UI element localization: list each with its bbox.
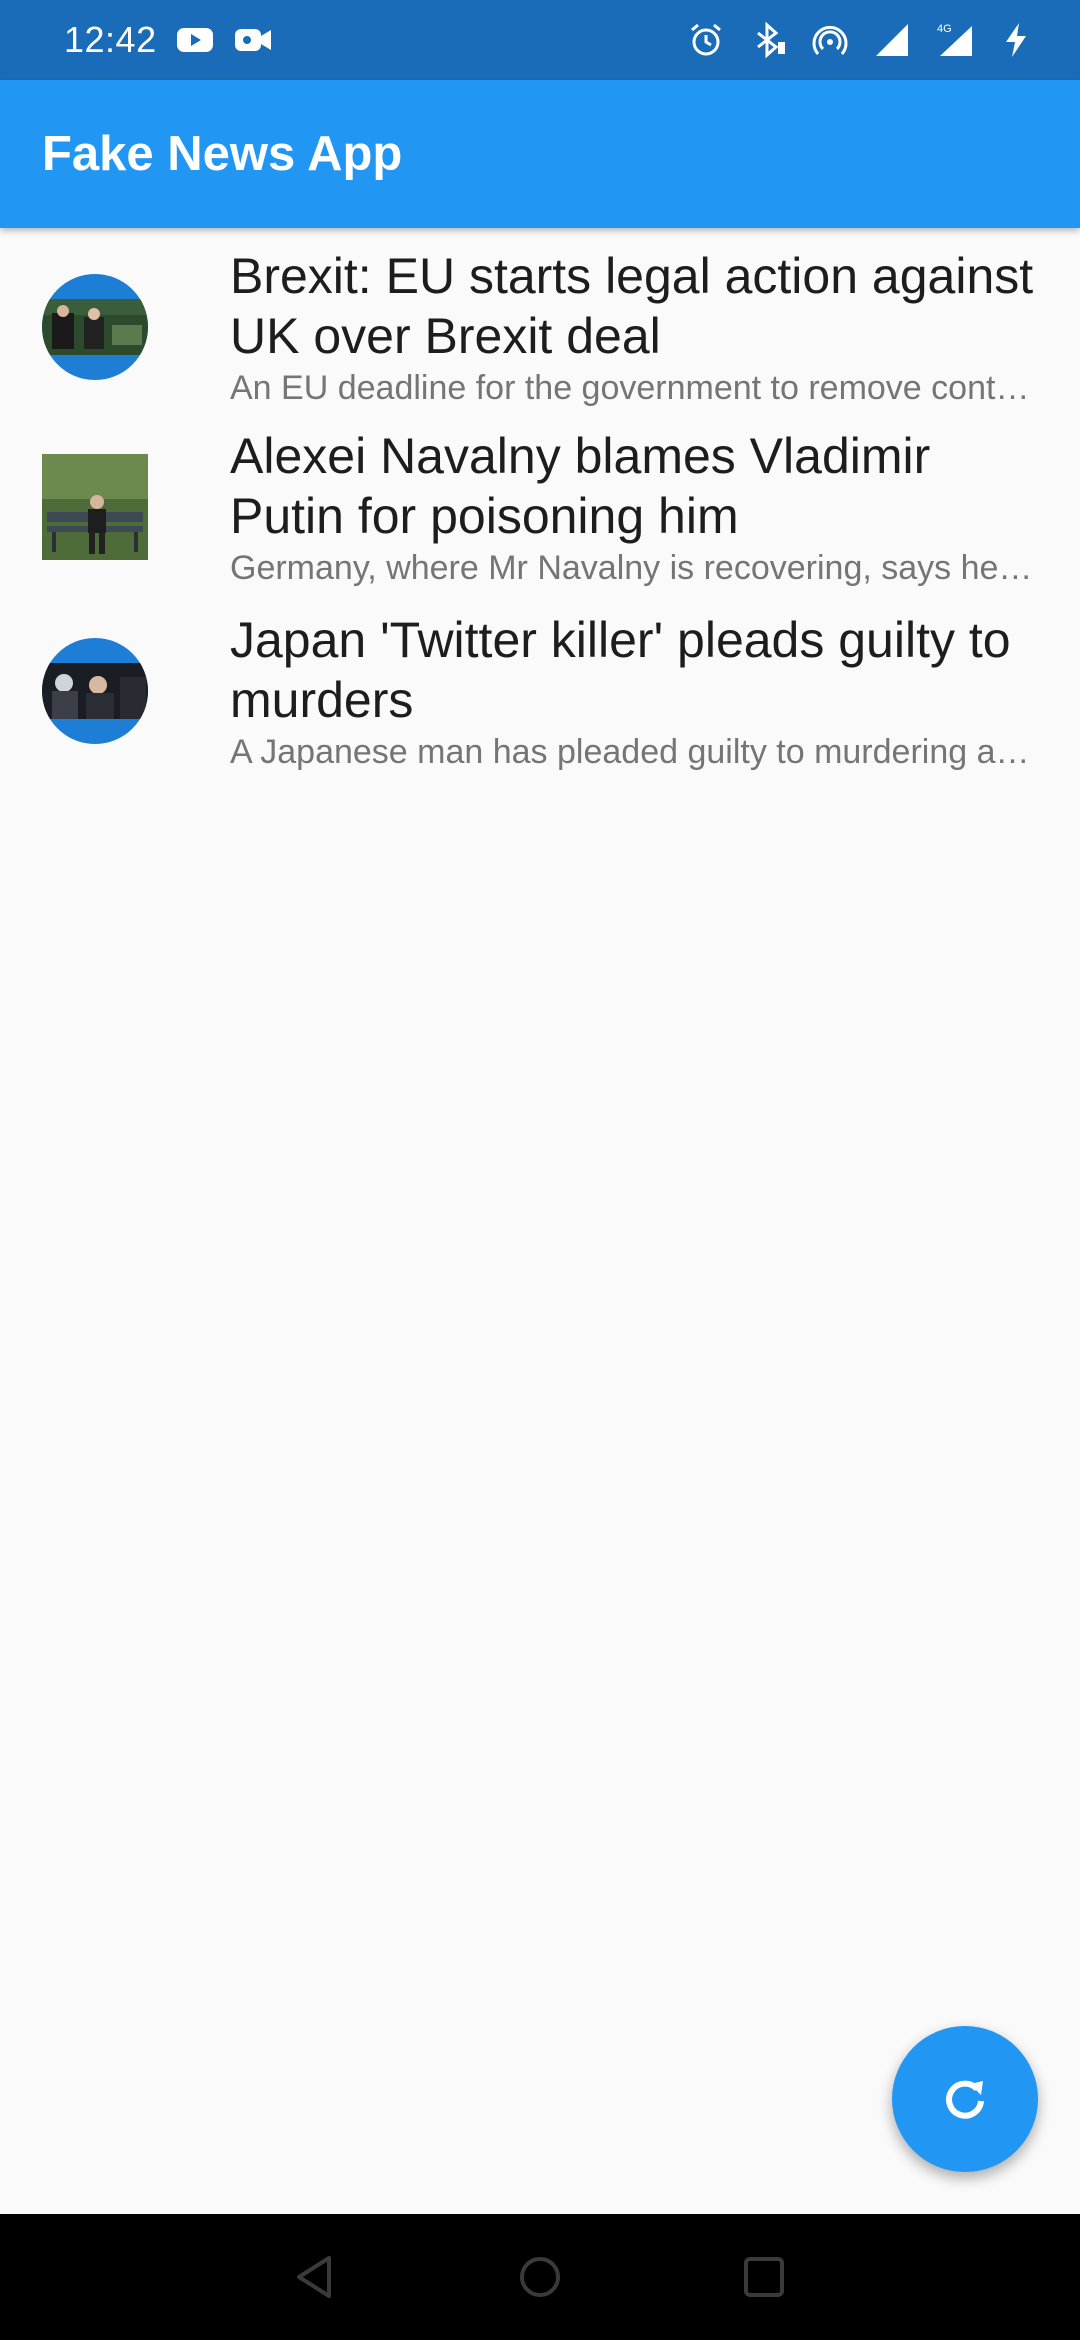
news-item[interactable]: Brexit: EU starts legal action against U… (0, 228, 1080, 415)
status-right: 4G (686, 20, 1036, 60)
news-image (42, 298, 148, 355)
recents-button[interactable] (737, 2250, 791, 2304)
news-text: Alexei Navalny blames Vladimir Putin for… (230, 426, 1038, 588)
status-time: 12:42 (64, 19, 157, 60)
news-thumbnail (42, 453, 148, 560)
back-button[interactable] (289, 2250, 343, 2304)
charging-icon (996, 20, 1036, 60)
refresh-button[interactable] (892, 2026, 1038, 2172)
news-item[interactable]: Alexei Navalny blames Vladimir Putin for… (0, 415, 1080, 598)
video-camera-icon (233, 20, 273, 60)
news-thumbnail (42, 273, 148, 380)
status-bar: 12:42 4G (0, 0, 1080, 80)
app-title: Fake News App (42, 127, 403, 181)
youtube-icon (175, 20, 215, 60)
news-text: Brexit: EU starts legal action against U… (230, 246, 1038, 408)
svg-text:4G: 4G (937, 23, 952, 35)
news-title: Japan 'Twitter killer' pleads guilty to … (230, 611, 1011, 728)
status-left: 12:42 (64, 19, 273, 61)
bluetooth-icon (748, 20, 788, 60)
news-thumbnail (42, 637, 148, 744)
signal-icon (872, 20, 912, 60)
alarm-icon (686, 20, 726, 60)
signal-4g-icon: 4G (934, 20, 974, 60)
news-text: Japan 'Twitter killer' pleads guilty to … (230, 610, 1038, 772)
recents-icon (744, 2257, 784, 2297)
news-item[interactable]: Japan 'Twitter killer' pleads guilty to … (0, 598, 1080, 783)
app-bar: Fake News App (0, 80, 1080, 228)
news-description: A Japanese man has pleaded guilty to mur… (230, 732, 1038, 771)
news-list: Brexit: EU starts legal action against U… (0, 228, 1080, 783)
news-description: An EU deadline for the government to rem… (230, 368, 1038, 407)
home-icon (520, 2257, 560, 2297)
refresh-icon (946, 2080, 984, 2119)
back-icon (297, 2256, 331, 2298)
hotspot-icon (810, 20, 850, 60)
system-nav-bar (0, 2214, 1080, 2340)
news-title: Brexit: EU starts legal action against U… (230, 247, 1034, 364)
news-description: Germany, where Mr Navalny is recovering,… (230, 548, 1038, 587)
news-title: Alexei Navalny blames Vladimir Putin for… (230, 427, 931, 544)
news-image (42, 662, 148, 719)
home-button[interactable] (513, 2250, 567, 2304)
news-image (42, 453, 148, 560)
